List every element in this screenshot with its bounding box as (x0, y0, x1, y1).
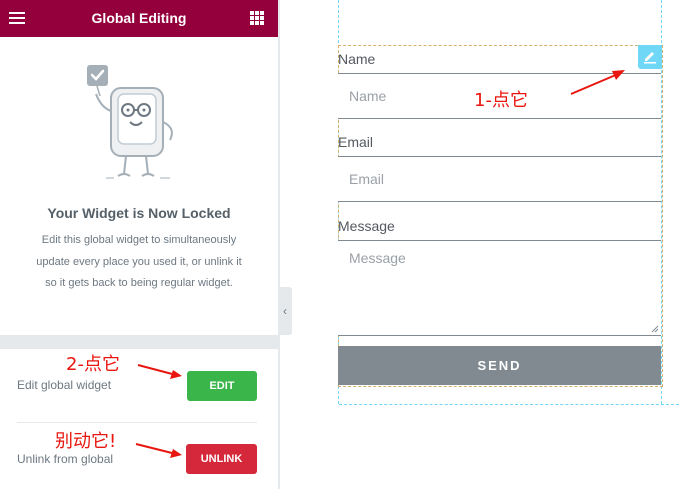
email-placeholder: Email (349, 171, 385, 187)
unlink-global-label: Unlink from global (17, 452, 114, 466)
locked-description-line: Edit this global widget to simultaneousl… (41, 234, 237, 246)
annotation-step3: 别动它! (55, 431, 117, 452)
locked-title: Your Widget is Now Locked (47, 205, 231, 221)
email-input[interactable]: Email (338, 156, 661, 202)
section-guide-bottom (339, 404, 679, 405)
name-label: Name (338, 51, 376, 67)
panel-header: Global Editing (0, 0, 278, 37)
annotation-arrow-step3 (135, 443, 182, 458)
locked-description-line: so it gets back to being regular widget. (45, 277, 233, 289)
annotation-arrow-step2 (137, 364, 182, 379)
resize-handle-icon[interactable] (651, 325, 659, 333)
grid-icon[interactable] (250, 11, 264, 25)
unlink-button[interactable]: UNLINK (186, 444, 257, 474)
chevron-left-icon[interactable]: ‹ (278, 287, 292, 335)
email-label: Email (338, 134, 374, 150)
row-divider (17, 422, 257, 423)
locked-description: Edit this global widget to simultaneousl… (22, 230, 256, 295)
annotation-step1: 1-点它 (474, 90, 528, 111)
edit-button[interactable]: EDIT (187, 371, 257, 401)
locked-description-line: update every place you used it, or unlin… (36, 255, 242, 268)
send-button[interactable]: SEND (338, 346, 661, 385)
pencil-icon[interactable] (638, 45, 662, 69)
panel-title: Global Editing (91, 10, 187, 26)
message-textarea[interactable]: Message (338, 240, 661, 336)
locked-widget-illustration (87, 65, 173, 179)
annotation-arrow-step1 (570, 70, 625, 95)
section-divider (0, 335, 278, 349)
panel-border (278, 0, 280, 489)
message-label: Message (338, 218, 395, 234)
name-placeholder: Name (349, 88, 387, 104)
annotation-step2: 2-点它 (66, 354, 120, 375)
editor-panel: Global Editing Your Widget is Now Locked (0, 0, 278, 489)
edit-global-label: Edit global widget (17, 378, 112, 392)
message-placeholder: Message (349, 250, 406, 266)
